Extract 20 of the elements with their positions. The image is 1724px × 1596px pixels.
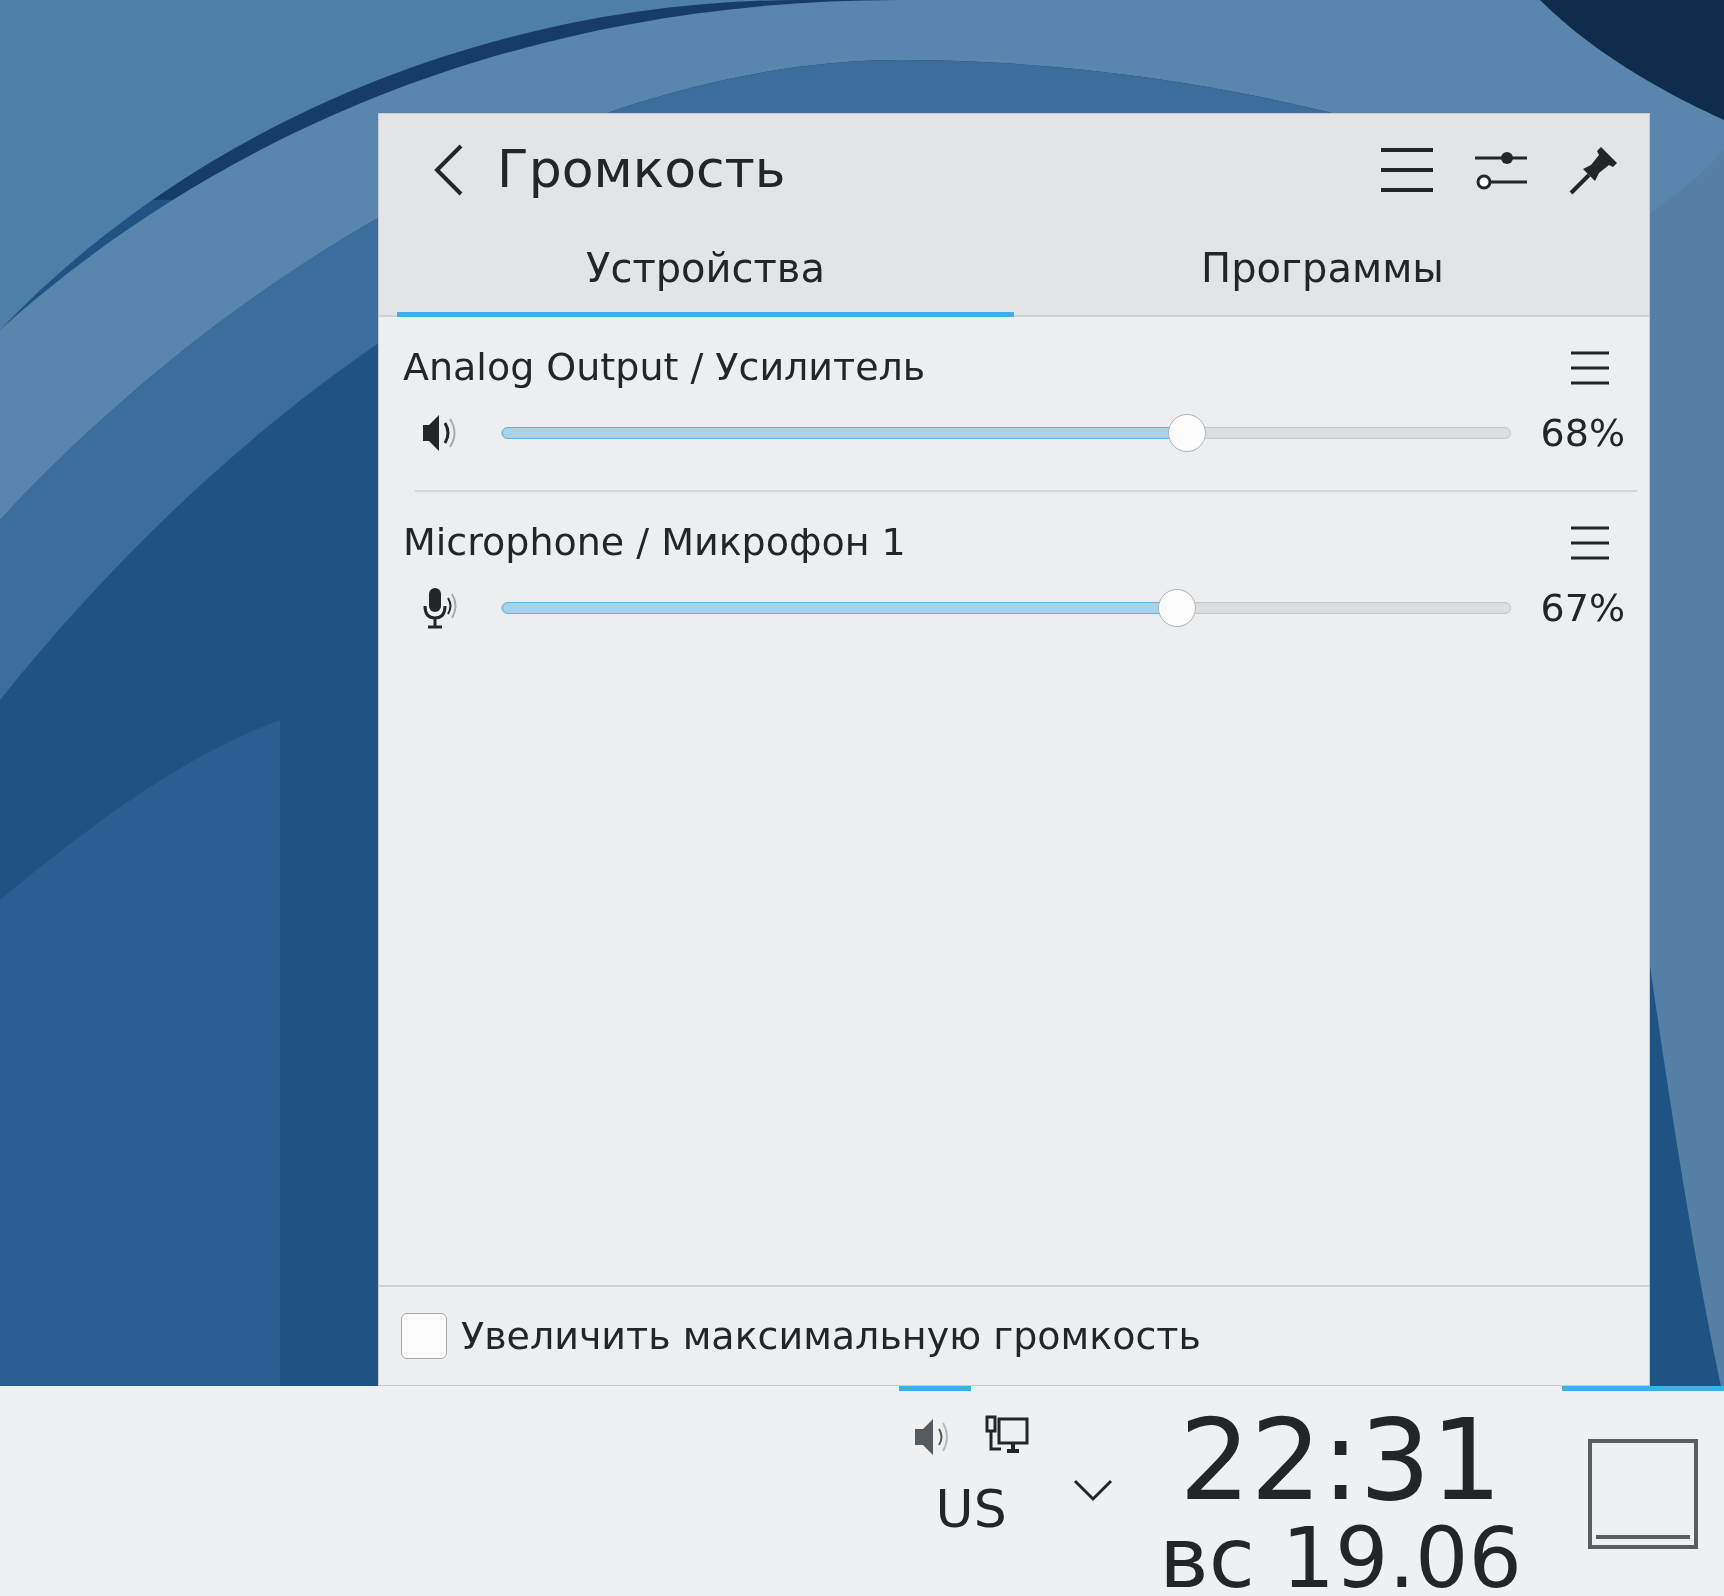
checkbox-label: Увеличить максимальную громкость xyxy=(461,1312,1201,1360)
device-name: Analog Output / Усилитель xyxy=(403,344,926,391)
slider-handle[interactable] xyxy=(1158,589,1197,627)
device-name: Microphone / Микрофон 1 xyxy=(403,519,906,566)
menu-icon xyxy=(1571,525,1609,560)
checkbox[interactable] xyxy=(401,1313,447,1359)
volume-percent: 67% xyxy=(1539,584,1625,632)
tab[interactable]: Программы xyxy=(1014,226,1631,317)
tab[interactable]: Устройства xyxy=(397,226,1014,317)
clock-date[interactable]: вс 19.06 xyxy=(1159,1516,1522,1596)
slider-handle[interactable] xyxy=(1168,414,1207,452)
pin-icon xyxy=(1569,145,1619,195)
menu-icon xyxy=(1571,350,1609,385)
desktop-icon xyxy=(1588,1438,1698,1549)
menu-icon xyxy=(1381,147,1433,193)
popup-title: Громкость xyxy=(497,141,787,199)
volume-percent: 68% xyxy=(1539,409,1625,457)
chevron-icon xyxy=(1073,1479,1114,1503)
keyboard-layout[interactable]: US xyxy=(935,1483,1007,1535)
clock-time[interactable]: 22:31 xyxy=(1179,1404,1502,1516)
